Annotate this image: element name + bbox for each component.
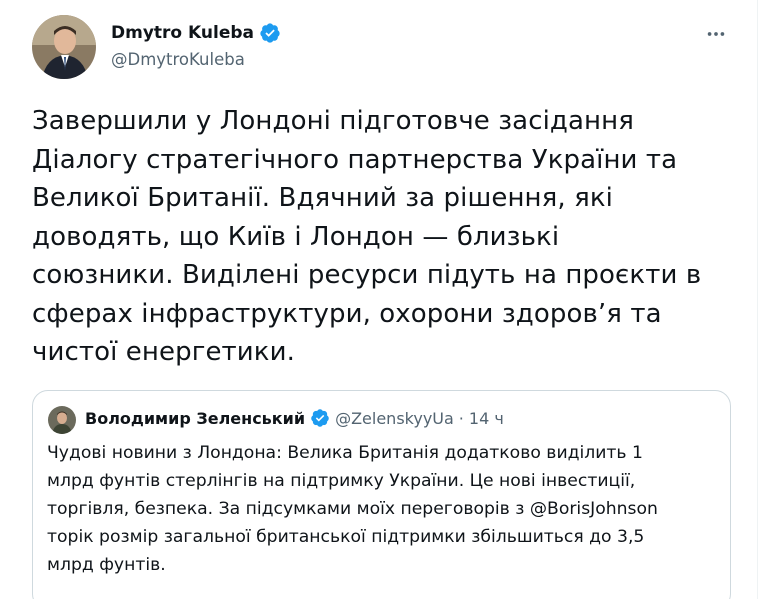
quoted-verified-badge-icon (310, 408, 330, 428)
quoted-handle[interactable]: @ZelenskyyUa (335, 409, 454, 428)
quoted-avatar-photo-icon (48, 406, 76, 434)
tweet-text: Завершили у Лондоні підготовче засідання… (32, 106, 702, 367)
verified-badge-icon (259, 22, 281, 44)
quoted-tweet-text: Чудові новини з Лондона: Велика Британія… (47, 443, 658, 575)
quoted-timestamp[interactable]: 14 ч (469, 409, 504, 428)
quoted-display-name[interactable]: Володимир Зеленський (85, 409, 305, 428)
author-avatar[interactable] (32, 15, 96, 79)
author-name-row: Dmytro Kuleba (111, 22, 281, 44)
more-horizontal-icon (707, 32, 725, 36)
quoted-author-avatar[interactable] (48, 406, 76, 434)
quoted-separator: · (458, 408, 464, 428)
tweet-card: Dmytro Kuleba @DmytroKuleba Завершили у … (0, 0, 758, 599)
quoted-tweet[interactable]: Володимир Зеленський @ZelenskyyUa · 14 ч… (32, 390, 731, 599)
quoted-header: Володимир Зеленський @ZelenskyyUa · 14 ч (85, 408, 504, 428)
author-handle[interactable]: @DmytroKuleba (111, 50, 245, 69)
avatar-photo-icon (32, 15, 96, 79)
author-display-name[interactable]: Dmytro Kuleba (111, 23, 254, 43)
more-options-button[interactable] (698, 20, 734, 48)
